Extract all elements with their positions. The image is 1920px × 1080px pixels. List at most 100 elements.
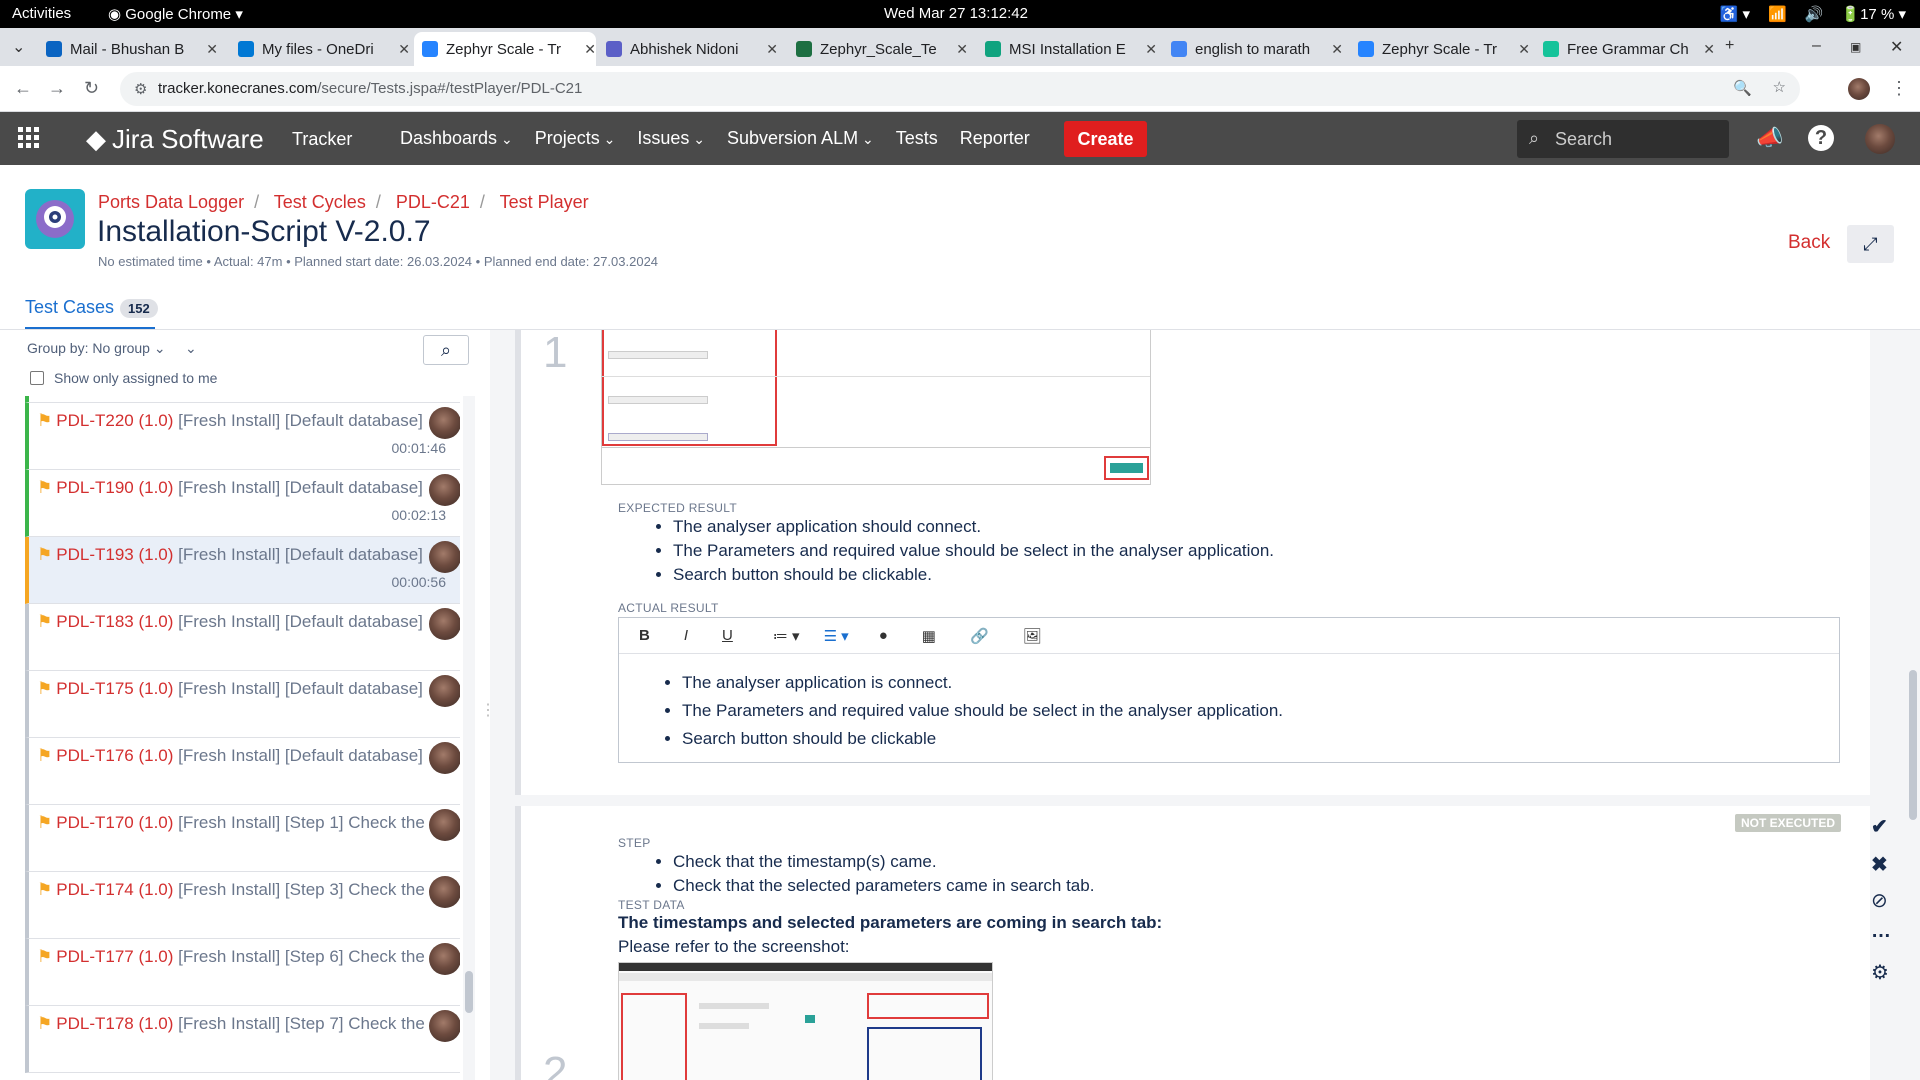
test-case-row[interactable]: ⚑ PDL-T220 (1.0) [Fresh Install] [Default… [25,403,460,470]
new-tab-button[interactable]: + [1725,37,1734,55]
test-case-row[interactable]: ⚑ PDL-T190 (1.0) [Fresh Install] [Default… [25,470,460,537]
test-case-row[interactable]: ⚑ PDL-T183 (1.0) [Fresh Install] [Default… [25,604,460,671]
test-case-row[interactable]: ⚑ PDL-T174 (1.0) [Fresh Install] [Step 3]… [25,872,460,939]
jira-logo[interactable]: ◆ Jira Software [86,124,264,155]
address-bar[interactable]: ⚙ tracker.konecranes.com/secure/Tests.js… [120,72,1800,106]
test-case-row[interactable]: ⚑ PDL-T175 (1.0) [Fresh Install] [Default… [25,671,460,738]
browser-tab[interactable]: english to marath ✕ [1163,32,1343,66]
minimize-button[interactable]: – [1812,37,1821,55]
browser-tab[interactable]: Zephyr_Scale_Te ✕ [788,32,968,66]
browser-tab[interactable]: My files - OneDri ✕ [230,32,410,66]
pass-check-icon[interactable]: ✔ [1871,814,1888,839]
group-by-select[interactable]: Group by: No group ⌄ ⌄ [27,340,197,357]
tab-close-icon[interactable]: ✕ [766,41,778,58]
test-case-name: [Fresh Install] [Default database] [178,478,423,497]
announcement-icon[interactable]: 📣 [1756,125,1783,151]
search-icon: ⌕ [1529,128,1540,148]
test-case-row[interactable]: ⚑ PDL-T193 (1.0) [Fresh Install] [Default… [25,537,460,604]
breadcrumb-project[interactable]: Ports Data Logger [98,192,244,212]
ordered-list-icon[interactable]: ≔ ▾ [773,627,800,645]
maximize-button[interactable]: ▣ [1850,40,1861,54]
image-icon[interactable]: 🖼 [1023,627,1042,645]
tab-favicon-icon [422,41,438,57]
menu-subversion-alm[interactable]: Subversion ALM [727,128,874,149]
clock[interactable]: Wed Mar 27 13:12:42 [884,5,1028,22]
user-avatar[interactable] [1865,124,1895,154]
browser-tab[interactable]: Zephyr Scale - Tr ✕ [1350,32,1530,66]
tab-close-icon[interactable]: ✕ [398,41,410,58]
link-icon[interactable]: 🔗 [970,627,989,645]
bold-icon[interactable]: B [639,627,650,644]
test-case-row[interactable]: ⚑ PDL-T176 (1.0) [Fresh Install] [Default… [25,738,460,805]
test-case-row[interactable]: ⚑PDL-T270 (1.0) [Fresh Install] [Default… [25,396,460,403]
more-actions-icon[interactable]: … [1871,920,1891,943]
step-2-screenshot[interactable] [618,962,993,1080]
test-case-key: PDL-T175 (1.0) [56,679,174,698]
close-window-button[interactable]: ✕ [1890,37,1903,57]
text-color-icon[interactable]: ● [879,627,888,644]
app-menu[interactable]: ◉ Google Chrome ▾ [108,5,243,23]
tab-close-icon[interactable]: ✕ [1703,41,1715,58]
profile-avatar[interactable] [1848,78,1870,100]
show-only-checkbox[interactable] [30,371,44,385]
tab-close-icon[interactable]: ✕ [956,41,968,58]
create-button[interactable]: Create [1064,121,1147,157]
tab-search-icon[interactable]: ⌄ [12,37,25,57]
tab-close-icon[interactable]: ✕ [584,41,596,58]
test-case-row[interactable]: ⚑ PDL-T170 (1.0) [Fresh Install] [Step 1]… [25,805,460,872]
browser-tab[interactable]: Free Grammar Ch ✕ [1535,32,1715,66]
step-panel-scrollbar[interactable] [1906,330,1920,1080]
menu-projects[interactable]: Projects [535,128,616,149]
fail-x-icon[interactable]: ✖ [1871,852,1888,877]
table-icon[interactable]: ▦ [922,627,936,645]
priority-flag-icon: ⚑ [37,880,53,899]
reload-icon[interactable]: ↻ [84,78,99,99]
browser-tab[interactable]: Abhishek Nidoni ✕ [598,32,778,66]
tab-close-icon[interactable]: ✕ [1145,41,1157,58]
activities-button[interactable]: Activities [12,5,71,22]
test-case-row[interactable]: ⚑ PDL-T178 (1.0) [Fresh Install] [Step 7]… [25,1006,460,1073]
site-info-icon[interactable]: ⚙ [134,80,147,98]
menu-dashboards[interactable]: Dashboards [400,128,513,149]
fullscreen-button[interactable]: ⤢ [1847,225,1894,263]
breadcrumb-test-player[interactable]: Test Player [500,192,589,212]
zoom-icon[interactable]: 🔍 [1733,79,1752,97]
tab-close-icon[interactable]: ✕ [1331,41,1343,58]
back-arrow-icon[interactable]: ← [14,78,32,99]
expected-result-label: EXPECTED RESULT [618,501,737,515]
blocked-icon[interactable]: ⊘ [1871,888,1888,913]
browser-tab[interactable]: Zephyr Scale - Tr ✕ [414,32,596,66]
browser-menu-icon[interactable]: ⋮ [1890,78,1908,99]
bullet-list-icon[interactable]: ☰ ▾ [824,627,849,645]
test-case-row[interactable]: ⚑ PDL-T177 (1.0) [Fresh Install] [Step 6]… [25,939,460,1006]
tab-favicon-icon [1543,41,1559,57]
underline-icon[interactable]: U [722,627,733,644]
breadcrumb-cycle[interactable]: PDL-C21 [396,192,470,212]
system-tray[interactable]: ♿ ▾ 📶 🔊 🔋17 % ▾ [1720,5,1906,23]
breadcrumb-test-cycles[interactable]: Test Cycles [274,192,366,212]
menu-tests[interactable]: Tests [896,128,938,149]
menu-reporter[interactable]: Reporter [960,128,1030,149]
back-link[interactable]: Back [1788,232,1830,254]
test-case-name: [Fresh Install] [Step 1] Check the [178,813,425,832]
step-description-list: Check that the timestamp(s) came. Check … [648,852,1094,900]
tab-close-icon[interactable]: ✕ [206,41,218,58]
italic-icon[interactable]: I [684,627,688,644]
actual-result-editor[interactable]: B I U ≔ ▾ ☰ ▾ ● ▦ 🔗 🖼 The analyser appli… [618,617,1840,763]
app-switcher-icon[interactable] [18,127,40,149]
step-1-screenshot[interactable] [601,330,1151,485]
menu-issues[interactable]: Issues [637,128,705,149]
list-scrollbar[interactable] [463,396,475,1080]
browser-tab[interactable]: Mail - Bhushan B ✕ [38,32,218,66]
forward-arrow-icon[interactable]: → [48,78,66,99]
help-icon[interactable]: ? [1808,125,1834,151]
list-search-button[interactable]: ⌕ [423,335,469,365]
settings-gear-icon[interactable]: ⚙ [1871,960,1889,985]
show-only-assigned[interactable]: Show only assigned to me [30,370,217,386]
bookmark-star-icon[interactable]: ☆ [1773,78,1786,96]
accessibility-icon[interactable]: ♿ ▾ [1720,5,1750,23]
tab-test-cases[interactable]: Test Cases 152 [25,297,158,318]
jira-search-input[interactable]: ⌕ Search [1517,120,1729,158]
tab-close-icon[interactable]: ✕ [1518,41,1530,58]
browser-tab[interactable]: MSI Installation E ✕ [977,32,1157,66]
